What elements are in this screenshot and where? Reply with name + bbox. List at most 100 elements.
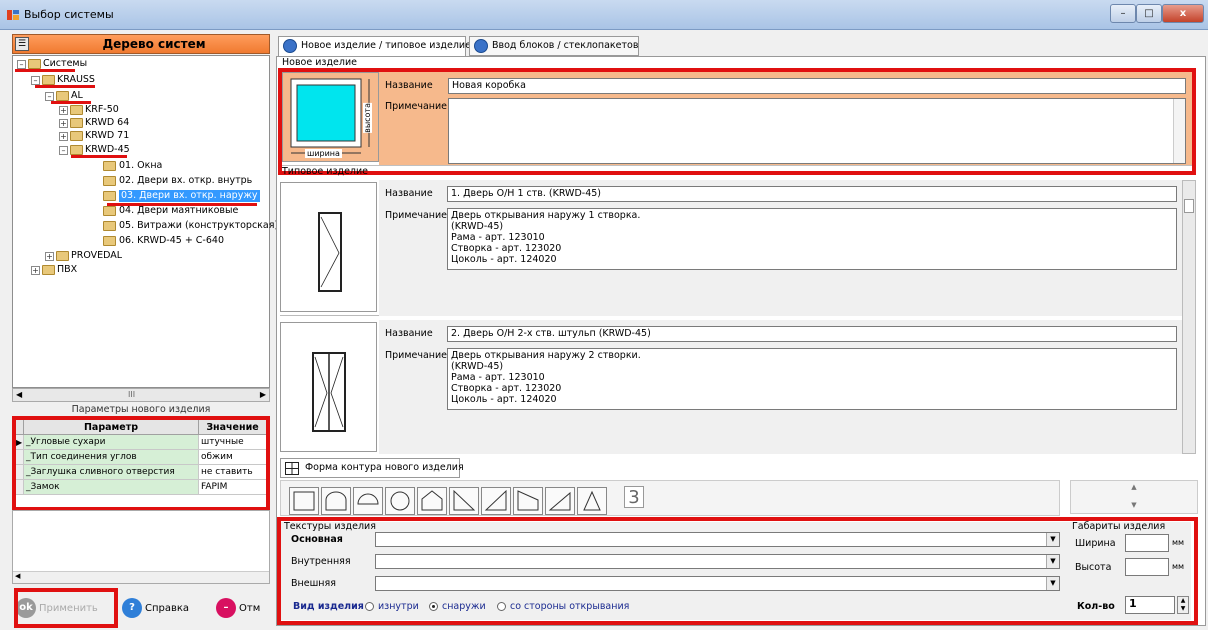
folder-icon <box>103 221 116 231</box>
apply-label: Применить <box>39 602 98 614</box>
expand-icon[interactable]: + <box>59 119 68 128</box>
list-item[interactable]: Название 1. Дверь О/Н 1 ств. (KRWD-45) П… <box>280 180 1182 316</box>
scroll-thumb[interactable] <box>1184 199 1194 213</box>
texture-main-select[interactable]: ▼ <box>375 532 1060 547</box>
chevron-down-icon[interactable]: ▼ <box>1046 577 1059 590</box>
tree-node-provedal[interactable]: PROVEDAL <box>71 250 122 262</box>
help-label: Справка <box>145 602 190 614</box>
collapse-icon[interactable]: – <box>31 76 40 85</box>
tab-new-item[interactable]: Новое изделие / типовое изделие <box>278 36 471 56</box>
table-row[interactable]: ▶ _Угловые сухари штучные <box>15 434 267 450</box>
scroll-thumb[interactable]: III <box>128 390 135 399</box>
tab-new-item-label: Новое изделие / типовое изделие <box>301 40 471 51</box>
tree-node-c02[interactable]: 02. Двери вх. откр. внутрь <box>119 175 252 187</box>
tab-blocks-label: Ввод блоков / стеклопакетов <box>492 40 639 51</box>
cancel-button[interactable]: – Отм <box>216 594 260 622</box>
texture-outer-select[interactable]: ▼ <box>375 576 1060 591</box>
width-input[interactable] <box>1125 534 1169 552</box>
triangle-shape-button[interactable] <box>481 487 511 515</box>
shape-count[interactable]: 3 <box>624 486 644 508</box>
param-value[interactable]: FAPIM <box>198 479 267 495</box>
new-note-input[interactable] <box>448 98 1186 164</box>
tree-node-c03[interactable]: 03. Двери вх. откр. наружу <box>119 190 260 202</box>
item-name-field[interactable]: 2. Дверь О/Н 2-х ств. штульп (KRWD-45) <box>447 326 1177 342</box>
view-outside-radio[interactable] <box>429 602 438 611</box>
tree-node-pvh[interactable]: ПВХ <box>57 264 77 276</box>
shape-scroller[interactable]: ▲ ▼ <box>1070 480 1198 514</box>
collapse-icon[interactable]: – <box>17 60 26 69</box>
item-note-field[interactable]: Дверь открывания наружу 1 створка. (KRWD… <box>447 208 1177 270</box>
new-name-input[interactable]: Новая коробка <box>448 78 1186 94</box>
arch-shape-button[interactable] <box>321 487 351 515</box>
view-inside-radio[interactable] <box>365 602 374 611</box>
expand-icon[interactable]: + <box>59 132 68 141</box>
expand-icon[interactable]: + <box>31 266 40 275</box>
param-value[interactable]: не ставить <box>198 464 267 480</box>
table-row[interactable]: _Замок FAPIM <box>15 479 267 495</box>
chevron-down-icon[interactable]: ▼ <box>1046 555 1059 568</box>
close-button[interactable]: x <box>1162 4 1204 23</box>
tree-node-krwd71[interactable]: KRWD 71 <box>85 130 129 142</box>
tab-contour-shape[interactable]: Форма контура нового изделия <box>280 458 464 478</box>
table-row[interactable]: _Заглушка сливного отверстия не ставить <box>15 464 267 480</box>
view-opening-radio[interactable] <box>497 602 506 611</box>
param-name: _Угловые сухари <box>23 434 199 450</box>
tree-toggle-icon[interactable]: ☰ <box>15 37 29 51</box>
tree-node-c04[interactable]: 04. Двери маятниковые <box>119 205 238 217</box>
semicircle-shape-button[interactable] <box>353 487 383 515</box>
param-value[interactable]: штучные <box>198 434 267 450</box>
note-scrollbar[interactable] <box>1173 99 1185 163</box>
texture-main-label: Основная <box>291 534 343 545</box>
tab-blocks[interactable]: Ввод блоков / стеклопакетов <box>469 36 639 56</box>
expand-icon[interactable]: + <box>45 252 54 261</box>
help-button[interactable]: ? Справка <box>122 594 189 622</box>
collapse-icon[interactable]: – <box>45 92 54 101</box>
apex-shape-button[interactable] <box>577 487 607 515</box>
rect-shape-button[interactable] <box>289 487 319 515</box>
help-icon: ? <box>122 598 142 618</box>
scroll-left-icon[interactable]: ◀ <box>16 390 22 399</box>
texture-inner-select[interactable]: ▼ <box>375 554 1060 569</box>
chevron-down-icon[interactable]: ▼ <box>1046 533 1059 546</box>
scroll-up-icon[interactable]: ▲ <box>1071 483 1197 491</box>
system-tree[interactable]: – Системы – KRAUSS – AL + KRF-50 + KRWD … <box>12 55 278 388</box>
param-value[interactable]: обжим <box>198 449 267 465</box>
item-name-field[interactable]: 1. Дверь О/Н 1 ств. (KRWD-45) <box>447 186 1177 202</box>
view-outside-label[interactable]: снаружи <box>442 601 486 612</box>
qty-spinner[interactable]: ▲ ▼ <box>1177 596 1189 614</box>
height-input[interactable] <box>1125 558 1169 576</box>
view-inside-label[interactable]: изнутри <box>378 601 419 612</box>
params-title: Параметры нового изделия <box>12 404 270 418</box>
table-row[interactable]: _Тип соединения углов обжим <box>15 449 267 465</box>
tree-node-krwd64[interactable]: KRWD 64 <box>85 117 129 129</box>
tree-node-c01[interactable]: 01. Окна <box>119 160 162 172</box>
item-note-field[interactable]: Дверь открывания наружу 2 створки. (KRWD… <box>447 348 1177 410</box>
minimize-button[interactable]: – <box>1110 4 1136 23</box>
apply-button[interactable]: ok Применить <box>16 594 98 622</box>
qty-input[interactable]: 1 <box>1125 596 1175 614</box>
collapse-icon[interactable]: – <box>59 146 68 155</box>
scroll-down-icon[interactable]: ▼ <box>1071 501 1197 509</box>
tree-horizontal-scrollbar[interactable]: ◀ III ▶ <box>12 388 270 402</box>
folder-icon <box>103 161 116 171</box>
pentagon-shape-button[interactable] <box>417 487 447 515</box>
trapezoid-shape-button[interactable] <box>449 487 479 515</box>
tree-node-krf50[interactable]: KRF-50 <box>85 104 119 116</box>
tree-node-c06[interactable]: 06. KRWD-45 + C-640 <box>119 235 224 247</box>
tree-node-c05[interactable]: 05. Витражи (конструкторская) <box>119 220 278 232</box>
typical-items-list[interactable]: Название 1. Дверь О/Н 1 ств. (KRWD-45) П… <box>280 180 1182 454</box>
right-triangle-shape-button[interactable] <box>545 487 575 515</box>
folder-icon <box>28 59 41 69</box>
maximize-button[interactable]: □ <box>1136 4 1162 23</box>
width-unit: мм <box>1172 538 1185 547</box>
horizontal-scrollbar[interactable]: ◀ <box>13 571 269 583</box>
params-table[interactable]: Параметр Значение ▶ _Угловые сухари штуч… <box>14 418 268 508</box>
typical-list-scrollbar[interactable] <box>1182 180 1196 454</box>
slant-shape-button[interactable] <box>513 487 543 515</box>
expand-icon[interactable]: + <box>59 106 68 115</box>
list-item[interactable]: Название 2. Дверь О/Н 2-х ств. штульп (K… <box>280 320 1182 454</box>
scroll-right-icon[interactable]: ▶ <box>260 390 266 399</box>
view-opening-label[interactable]: со стороны открывания <box>510 601 629 612</box>
circle-shape-button[interactable] <box>385 487 415 515</box>
texture-outer-label: Внешняя <box>291 578 336 589</box>
